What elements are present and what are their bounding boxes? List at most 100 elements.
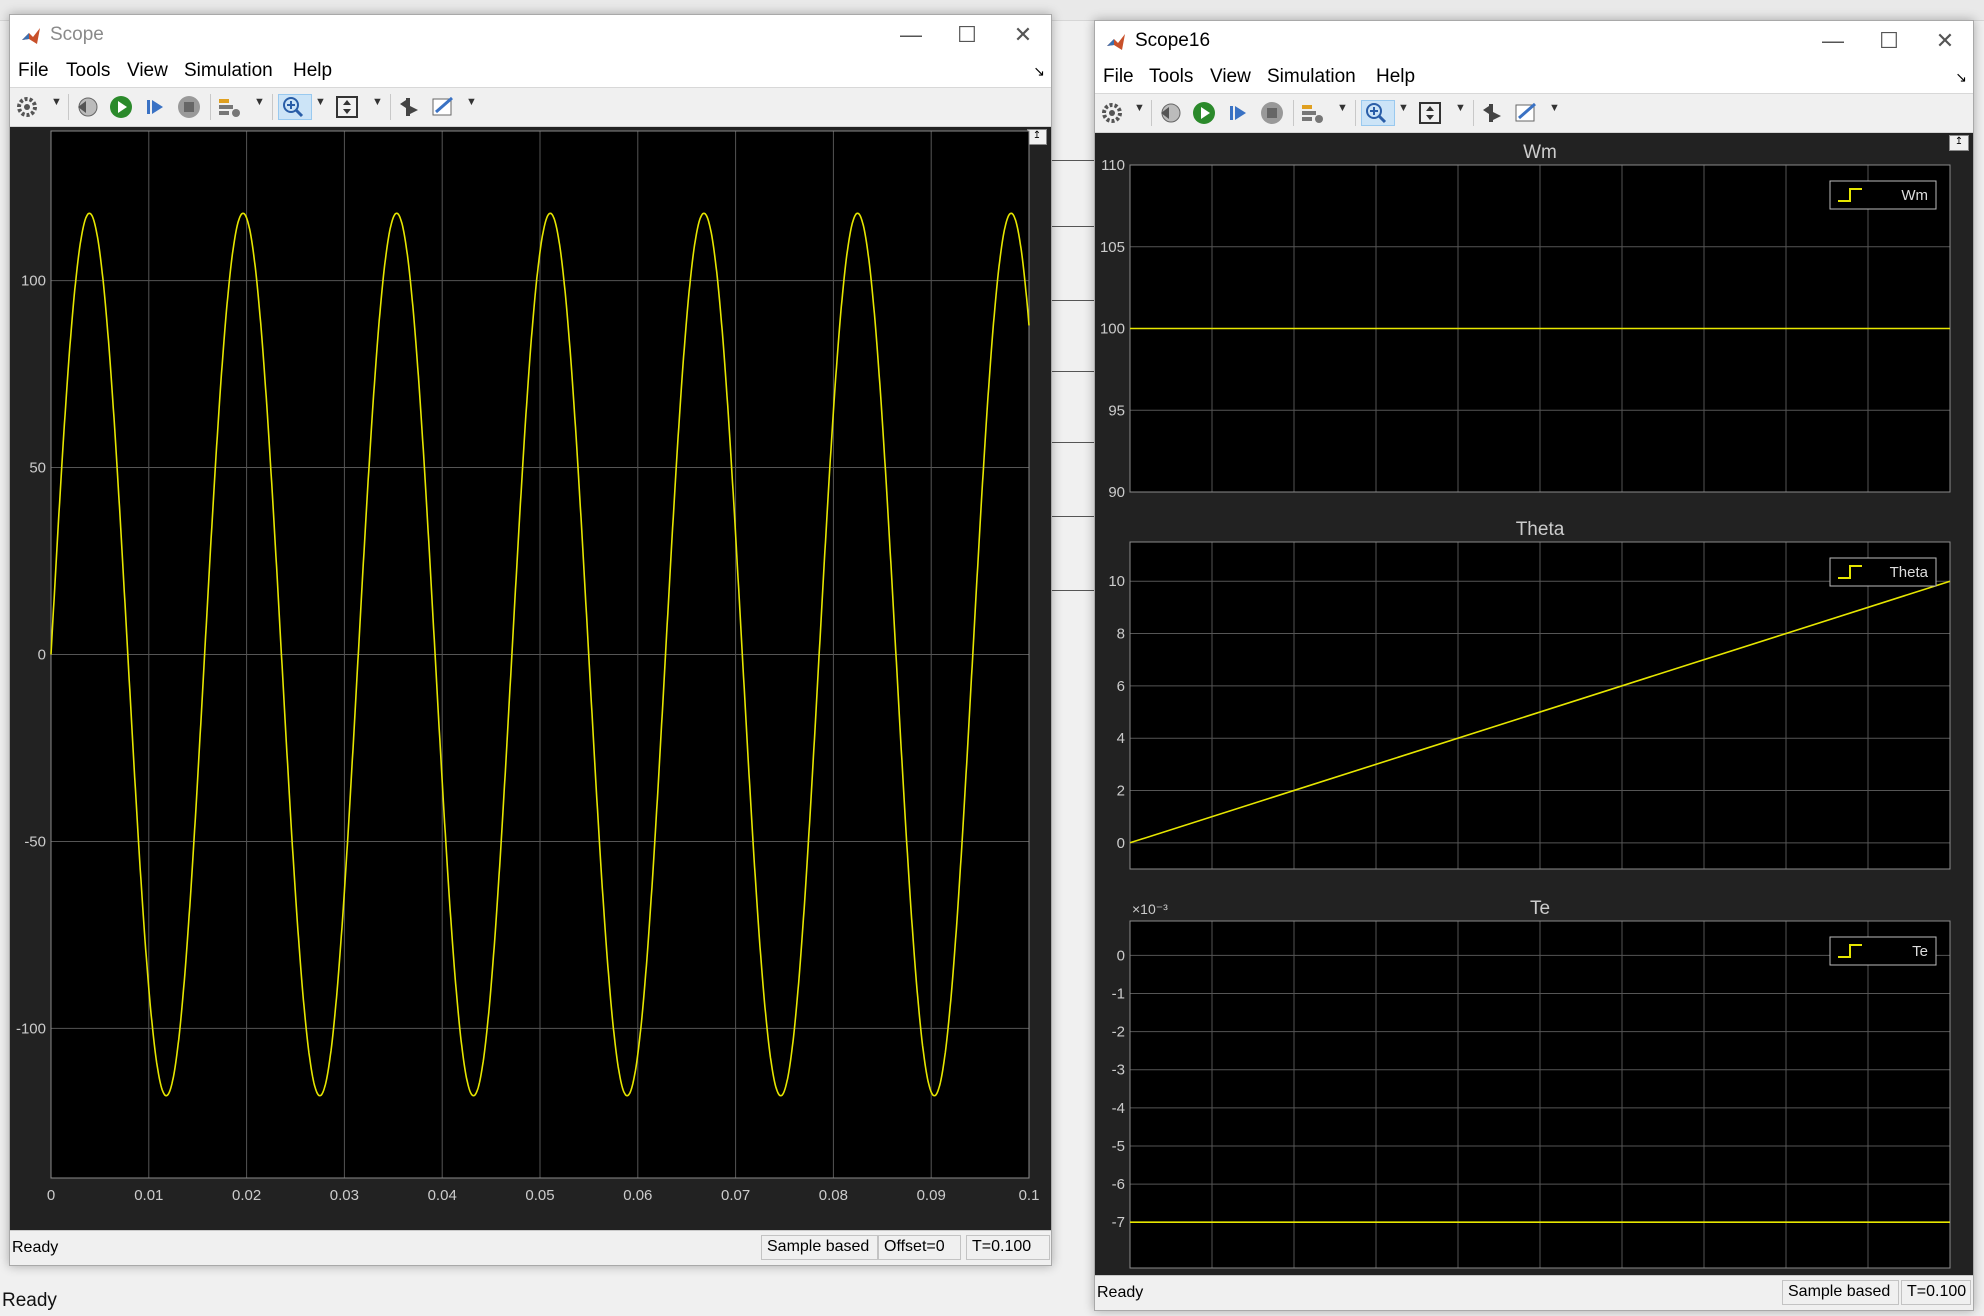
window-title: Scope bbox=[50, 24, 104, 45]
background-divider bbox=[1050, 300, 1096, 301]
scope-display: ↥ 9095100105110WmWm0246810ThetaTheta00.0… bbox=[1095, 133, 1973, 1275]
background-divider bbox=[1050, 590, 1096, 591]
signal-settings-icon[interactable] bbox=[216, 94, 242, 120]
minimize-button[interactable]: — bbox=[883, 15, 939, 55]
menu-help[interactable]: Help bbox=[1376, 66, 1415, 88]
menu-file[interactable]: File bbox=[1103, 66, 1134, 88]
x-tick-label: 0.04 bbox=[428, 1187, 457, 1204]
chevron-down-icon[interactable]: ▼ bbox=[1455, 102, 1466, 114]
background-divider bbox=[1050, 160, 1096, 161]
close-icon: ✕ bbox=[1013, 22, 1033, 47]
maximize-button[interactable]: ☐ bbox=[1861, 21, 1917, 61]
x-tick-label: 0.1 bbox=[1019, 1187, 1040, 1204]
scope16-window[interactable]: Scope16 — ☐ ✕ File Tools View Simulation… bbox=[1094, 20, 1974, 1311]
exponent-label: ×10⁻³ bbox=[1132, 901, 1168, 917]
maximize-button[interactable]: ☐ bbox=[939, 15, 995, 55]
chevron-down-icon[interactable]: ▼ bbox=[1398, 102, 1409, 114]
zoom-in-icon[interactable] bbox=[1361, 100, 1395, 126]
autoscale-icon[interactable] bbox=[1417, 100, 1443, 126]
toolbar: ▼ ▼ ▼ ▼ ▼ bbox=[10, 88, 1051, 127]
chevron-down-icon[interactable]: ▼ bbox=[466, 96, 477, 108]
chevron-down-icon[interactable]: ▼ bbox=[372, 96, 383, 108]
toolbar-separator bbox=[68, 94, 69, 120]
x-tick-label: 0.09 bbox=[917, 1187, 946, 1204]
stop-icon[interactable] bbox=[1259, 100, 1285, 126]
toolbar-separator bbox=[210, 94, 211, 120]
y-tick-label: -4 bbox=[1112, 1100, 1125, 1117]
y-tick-label: -1 bbox=[1112, 985, 1125, 1002]
chevron-down-icon[interactable]: ▼ bbox=[254, 96, 265, 108]
toolbar-separator bbox=[1355, 100, 1356, 126]
legend-label: Theta bbox=[1890, 564, 1929, 581]
y-tick-label: 2 bbox=[1117, 783, 1125, 800]
step-forward-icon[interactable] bbox=[142, 94, 168, 120]
y-tick-label: 105 bbox=[1100, 239, 1125, 256]
y-tick-label: 100 bbox=[21, 273, 46, 290]
close-button[interactable]: ✕ bbox=[995, 15, 1051, 55]
cursor-measure-icon[interactable] bbox=[396, 94, 422, 120]
scope-window[interactable]: Scope — ☐ ✕ File Tools View Simulation H… bbox=[9, 14, 1052, 1266]
scope-display: ↥ 0 0.01 0.02 0.03 0.04 0.05 0.06 0.07 0.08 0.09 0… bbox=[10, 127, 1051, 1230]
matlab-logo-icon bbox=[20, 25, 42, 52]
y-tick-label: -3 bbox=[1112, 1062, 1125, 1079]
autoscale-icon[interactable] bbox=[334, 94, 360, 120]
chevron-down-icon[interactable]: ▼ bbox=[51, 96, 62, 108]
y-tick-label: 0 bbox=[38, 647, 46, 664]
background-divider bbox=[1050, 442, 1096, 443]
style-icon[interactable] bbox=[430, 94, 456, 120]
toolbar-separator bbox=[1151, 100, 1152, 126]
status-sample-mode: Sample based bbox=[761, 1235, 878, 1260]
waveform-plot[interactable]: 0 0.01 0.02 0.03 0.04 0.05 0.06 0.07 0.08 0.09 0.1… bbox=[10, 127, 1051, 1230]
menu-view[interactable]: View bbox=[127, 60, 168, 82]
menu-tools[interactable]: Tools bbox=[66, 60, 110, 82]
maximize-icon: ☐ bbox=[1879, 28, 1899, 53]
minimize-icon: — bbox=[1822, 28, 1844, 53]
chevron-down-icon[interactable]: ▼ bbox=[1337, 102, 1348, 114]
gear-icon[interactable] bbox=[1099, 100, 1125, 126]
menu-simulation[interactable]: Simulation bbox=[184, 60, 273, 82]
close-button[interactable]: ✕ bbox=[1917, 21, 1973, 61]
undock-icon[interactable]: ↘ bbox=[1033, 63, 1045, 80]
rewind-icon[interactable] bbox=[1157, 100, 1183, 126]
toolbar-separator bbox=[390, 94, 391, 120]
toolbar-separator bbox=[1473, 100, 1474, 126]
chevron-down-icon[interactable]: ▼ bbox=[315, 96, 326, 108]
multi-axes-plot[interactable]: 9095100105110WmWm0246810ThetaTheta00.010… bbox=[1095, 133, 1973, 1275]
cursor-measure-icon[interactable] bbox=[1479, 100, 1505, 126]
close-icon: ✕ bbox=[1935, 28, 1955, 53]
menu-view[interactable]: View bbox=[1210, 66, 1251, 88]
run-icon[interactable] bbox=[108, 94, 134, 120]
menu-bar: File Tools View Simulation Help ↘ bbox=[10, 55, 1051, 88]
minimize-button[interactable]: — bbox=[1805, 21, 1861, 61]
status-bar: Ready Sample based Offset=0 T=0.100 bbox=[10, 1230, 1051, 1265]
menu-simulation[interactable]: Simulation bbox=[1267, 66, 1356, 88]
zoom-in-icon[interactable] bbox=[278, 94, 312, 120]
chevron-down-icon[interactable]: ▼ bbox=[1134, 102, 1145, 114]
stop-icon[interactable] bbox=[176, 94, 202, 120]
axes-title: Wm bbox=[1523, 142, 1557, 163]
menu-file[interactable]: File bbox=[18, 60, 49, 82]
y-tick-label: 100 bbox=[1100, 321, 1125, 338]
title-bar[interactable]: Scope — ☐ ✕ bbox=[10, 15, 1051, 55]
title-bar[interactable]: Scope16 — ☐ ✕ bbox=[1095, 21, 1973, 61]
gear-icon[interactable] bbox=[14, 94, 40, 120]
background-divider bbox=[1050, 371, 1096, 372]
run-icon[interactable] bbox=[1191, 100, 1217, 126]
style-icon[interactable] bbox=[1513, 100, 1539, 126]
rewind-icon[interactable] bbox=[74, 94, 100, 120]
status-sample-mode: Sample based bbox=[1782, 1280, 1899, 1305]
x-tick-label: 0.05 bbox=[525, 1187, 554, 1204]
y-tick-label: 10 bbox=[1108, 573, 1125, 590]
axes-title: Theta bbox=[1516, 519, 1565, 540]
axes-title: Te bbox=[1530, 898, 1550, 919]
signal-settings-icon[interactable] bbox=[1299, 100, 1325, 126]
y-tick-label: 90 bbox=[1108, 484, 1125, 501]
x-tick-label: 0.06 bbox=[623, 1187, 652, 1204]
x-tick-label: 0.01 bbox=[134, 1187, 163, 1204]
menu-tools[interactable]: Tools bbox=[1149, 66, 1193, 88]
undock-icon[interactable]: ↘ bbox=[1955, 69, 1967, 86]
chevron-down-icon[interactable]: ▼ bbox=[1549, 102, 1560, 114]
step-forward-icon[interactable] bbox=[1225, 100, 1251, 126]
menu-help[interactable]: Help bbox=[293, 60, 332, 82]
status-time: T=0.100 bbox=[1901, 1280, 1971, 1305]
